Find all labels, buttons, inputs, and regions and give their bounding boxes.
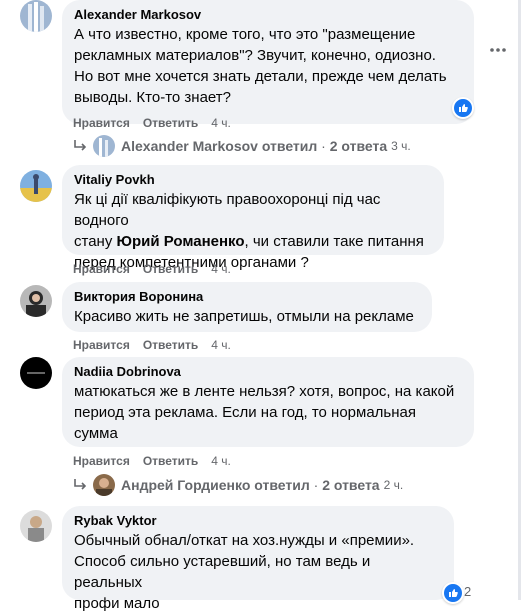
like-reaction-icon[interactable] [442, 582, 464, 604]
comment-bubble: Виктория Воронина Красиво жить не запрет… [62, 282, 432, 332]
comment-text: Красиво жить не запретишь, отмыли на рек… [74, 308, 414, 325]
comment-actions: Нравится Ответить 4 ч. [73, 262, 231, 276]
reply-arrow-icon [74, 479, 87, 490]
like-link[interactable]: Нравится [73, 262, 130, 276]
comment-text: Обычный обнал/откат на хоз.нужды и «прем… [74, 532, 415, 612]
avatar[interactable] [20, 0, 52, 32]
timestamp[interactable]: 4 ч. [211, 454, 231, 468]
like-reaction-icon[interactable] [452, 97, 474, 119]
comment-text: матюкаться же в ленте нельзя? хотя, вопр… [74, 383, 455, 442]
avatar[interactable] [20, 357, 52, 389]
mention-link[interactable]: Юрий Романенко [117, 233, 245, 250]
like-link[interactable]: Нравится [73, 116, 130, 130]
reply-count: 2 ответа [329, 138, 388, 154]
comment-author[interactable]: Alexander Markosov [74, 7, 462, 23]
reply-link[interactable]: Ответить [143, 116, 198, 130]
avatar[interactable] [20, 285, 52, 317]
reply-author: Андрей Гордиенко [121, 477, 251, 493]
comment-author[interactable]: Vitaliy Povkh [74, 172, 432, 188]
avatar[interactable] [20, 510, 52, 542]
comment-author[interactable]: Виктория Воронина [74, 289, 420, 305]
comment-text: Як ці дії кваліфікують правоохоронці під… [74, 191, 424, 271]
comment-bubble: Vitaliy Povkh Як ці дії кваліфікують пра… [62, 165, 444, 271]
reply-avatar [93, 474, 115, 496]
comment-text: А что известно, кроме того, что это "раз… [74, 26, 447, 106]
avatar[interactable] [20, 170, 52, 202]
reply-author: Alexander Markosov [121, 138, 258, 154]
comment-actions: Нравится Ответить 4 ч. [73, 454, 231, 468]
reaction-count[interactable]: 2 [464, 584, 471, 599]
like-link[interactable]: Нравится [73, 338, 130, 352]
comment-actions: Нравится Ответить 4 ч. [73, 338, 231, 352]
comment-bubble: Nadiia Dobrinova матюкаться же в ленте н… [62, 357, 474, 447]
comment-bubble: Rybak Vyktor Обычный обнал/откат на хоз.… [62, 506, 454, 612]
reply-avatar [93, 135, 115, 157]
comment-author[interactable]: Rybak Vyktor [74, 513, 442, 529]
timestamp[interactable]: 4 ч. [211, 116, 231, 130]
view-replies[interactable]: Андрей Гордиенко ответил · 2 ответа 2 ч. [73, 474, 403, 496]
comment-actions: Нравится Ответить 4 ч. [73, 116, 231, 130]
reply-time: 2 ч. [383, 478, 404, 492]
comment-bubble: Alexander Markosov А что известно, кроме… [62, 0, 474, 124]
reply-count: 2 ответа [322, 477, 380, 493]
reply-verb: ответил [261, 138, 318, 154]
timestamp[interactable]: 4 ч. [211, 338, 231, 352]
reply-verb: ответил [254, 477, 310, 493]
reply-link[interactable]: Ответить [143, 262, 198, 276]
view-replies[interactable]: Alexander Markosov ответил · 2 ответа 3 ч… [73, 135, 411, 157]
reply-link[interactable]: Ответить [143, 454, 198, 468]
comment-author[interactable]: Nadiia Dobrinova [74, 364, 462, 380]
more-options-icon[interactable] [486, 38, 510, 62]
reply-time: 3 ч. [391, 139, 411, 153]
reply-arrow-icon [74, 140, 87, 151]
timestamp[interactable]: 4 ч. [211, 262, 231, 276]
reply-link[interactable]: Ответить [143, 338, 198, 352]
like-link[interactable]: Нравится [73, 454, 130, 468]
